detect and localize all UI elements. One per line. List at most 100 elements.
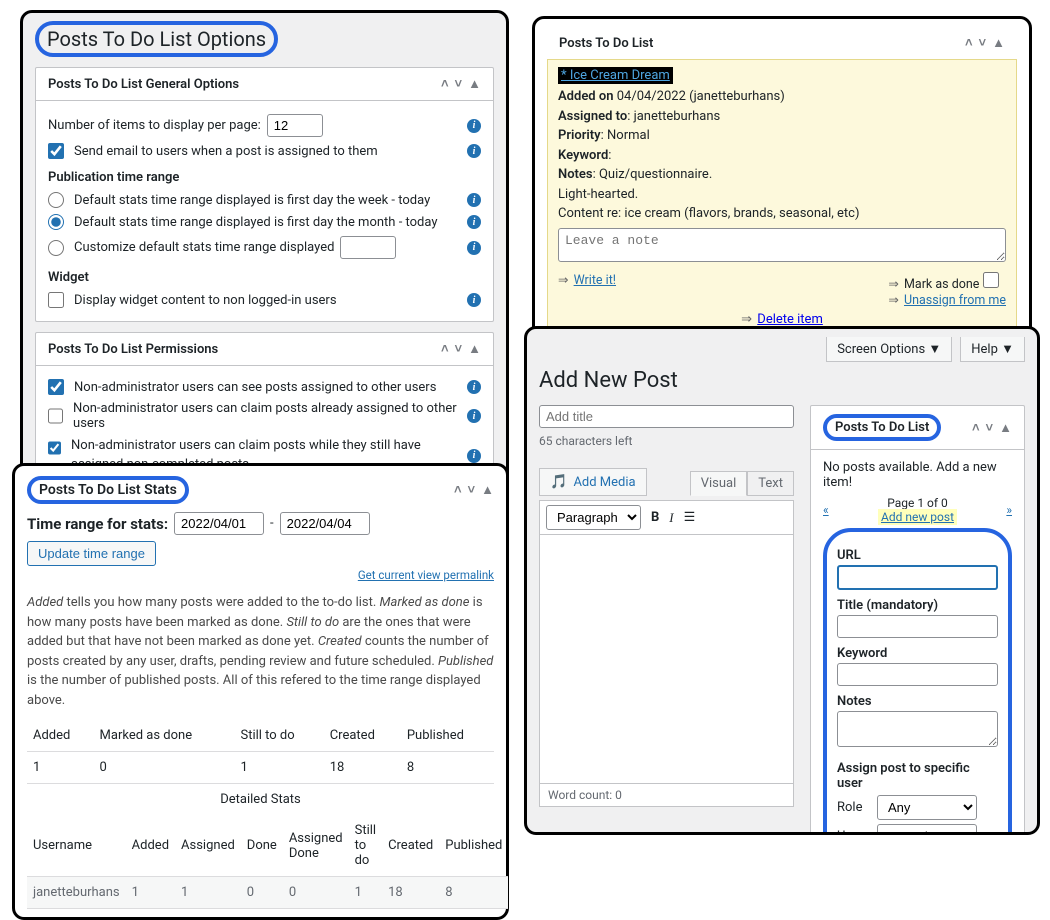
user-select[interactable]: Unassigned [877, 824, 977, 835]
chevron-down-icon[interactable]: ˅ [455, 76, 463, 92]
val-still-todo: 1 [234, 752, 323, 784]
radio-month-label: Default stats time range displayed is fi… [74, 215, 438, 230]
permalink-link[interactable]: Get current view permalink [358, 568, 494, 582]
leave-note-input[interactable] [558, 228, 1006, 262]
delete-item-link[interactable]: Delete item [757, 312, 823, 327]
items-per-page-input[interactable] [267, 114, 323, 137]
widget-heading: Widget [48, 270, 481, 285]
date-from-input[interactable] [174, 512, 264, 535]
page-title: Add New Post [539, 368, 1025, 393]
info-icon[interactable]: i [467, 409, 481, 423]
triangle-up-icon[interactable]: ▲ [468, 341, 481, 357]
options-title: Posts To Do List Options [35, 21, 278, 57]
col-added: Added [27, 720, 94, 752]
perm2-checkbox[interactable] [48, 408, 63, 424]
keyword-input[interactable] [837, 663, 998, 686]
list-button[interactable]: ☰ [684, 510, 696, 525]
bold-button[interactable]: B [651, 510, 659, 525]
word-count: Word count: 0 [539, 784, 794, 807]
chevron-up-icon[interactable]: ˄ [441, 76, 449, 92]
notes-label: Notes [837, 694, 998, 709]
chevron-up-icon[interactable]: ˄ [965, 35, 973, 51]
custom-range-input[interactable] [340, 236, 396, 259]
side-todo-heading: Posts To Do List [823, 414, 941, 441]
col-published: Published [401, 720, 494, 752]
info-icon[interactable]: i [467, 293, 481, 307]
col-still-todo: Still to do [234, 720, 323, 752]
radio-custom[interactable] [48, 240, 64, 256]
mark-done-checkbox[interactable] [983, 272, 999, 288]
triangle-up-icon[interactable]: ▲ [999, 420, 1012, 436]
side-title-input[interactable] [837, 615, 998, 638]
role-label: Role [837, 800, 871, 815]
add-media-button[interactable]: 🎵 Add Media [539, 468, 647, 496]
stats-explain: Added tells you how many posts were adde… [27, 593, 494, 710]
radio-month[interactable] [48, 214, 64, 230]
chevron-up-icon[interactable]: ˄ [972, 420, 980, 436]
radio-custom-label: Customize default stats time range displ… [74, 240, 334, 255]
dcol-username: Username [27, 815, 126, 877]
send-email-checkbox[interactable] [48, 143, 64, 159]
info-icon[interactable]: i [467, 144, 481, 158]
perm2-label: Non-administrator users can claim posts … [73, 401, 467, 431]
user-label: User [837, 829, 871, 835]
assigned-to-label: Assigned to [558, 109, 627, 124]
permissions-heading: Posts To Do List Permissions [48, 342, 218, 357]
help-button[interactable]: Help ▼ [960, 337, 1025, 362]
next-page-link[interactable]: » [1006, 503, 1012, 517]
send-email-label: Send email to users when a post is assig… [74, 144, 378, 159]
write-it-link[interactable]: Write it! [574, 273, 616, 288]
widget-display-checkbox[interactable] [48, 292, 64, 308]
perm1-checkbox[interactable] [48, 379, 64, 395]
chevron-down-icon[interactable]: ˅ [468, 482, 476, 498]
dcol-created: Created [382, 815, 439, 877]
chevron-down-icon[interactable]: ˅ [455, 341, 463, 357]
radio-week[interactable] [48, 192, 64, 208]
triangle-up-icon[interactable]: ▲ [468, 76, 481, 92]
triangle-up-icon[interactable]: ▲ [992, 35, 1005, 51]
info-icon[interactable]: i [467, 380, 481, 394]
tab-text[interactable]: Text [747, 471, 794, 496]
dcol-published: Published [439, 815, 508, 877]
val-marked-done: 0 [94, 752, 235, 784]
notes-input[interactable] [837, 711, 998, 747]
val-published: 8 [401, 752, 494, 784]
d-added: 1 [126, 877, 175, 909]
todo-item-title-link[interactable]: * Ice Cream Dream [558, 67, 673, 84]
val-created: 18 [324, 752, 401, 784]
assign-heading: Assign post to specific user [837, 761, 998, 791]
role-select[interactable]: Any [877, 795, 977, 820]
url-input[interactable] [837, 565, 998, 590]
italic-button[interactable]: I [669, 510, 673, 526]
info-icon[interactable]: i [467, 241, 481, 255]
editor-content-area[interactable] [539, 534, 794, 784]
chevron-down-icon[interactable]: ˅ [986, 420, 994, 436]
perm3-checkbox[interactable] [48, 440, 61, 456]
val-added: 1 [27, 752, 94, 784]
update-time-range-button[interactable]: Update time range [27, 541, 156, 566]
chevron-down-icon[interactable]: ˅ [979, 35, 987, 51]
dcol-done: Done [241, 815, 283, 877]
date-to-input[interactable] [280, 512, 370, 535]
chevron-up-icon[interactable]: ˄ [441, 341, 449, 357]
info-icon[interactable]: i [467, 449, 481, 463]
dcol-still-todo: Still to do [349, 815, 382, 877]
chevron-up-icon[interactable]: ˄ [454, 482, 462, 498]
triangle-up-icon[interactable]: ▲ [481, 482, 494, 498]
col-created: Created [324, 720, 401, 752]
info-icon[interactable]: i [467, 119, 481, 133]
info-icon[interactable]: i [467, 215, 481, 229]
dcol-assigned: Assigned [175, 815, 241, 877]
unassign-link[interactable]: Unassign from me [904, 293, 1006, 308]
paragraph-select[interactable]: Paragraph [546, 505, 641, 530]
post-title-input[interactable] [539, 405, 794, 428]
keyword-label: Keyword [837, 646, 998, 661]
info-icon[interactable]: i [467, 193, 481, 207]
perm1-label: Non-administrator users can see posts as… [74, 380, 436, 395]
stats-heading: Posts To Do List Stats [27, 476, 189, 504]
side-add-new-post-link[interactable]: Add new post [878, 509, 957, 525]
detail-row: janetteburhans 1 1 0 0 1 18 8 [27, 877, 508, 909]
tab-visual[interactable]: Visual [690, 471, 748, 496]
screen-options-button[interactable]: Screen Options ▼ [826, 337, 952, 362]
url-label: URL [837, 548, 998, 563]
